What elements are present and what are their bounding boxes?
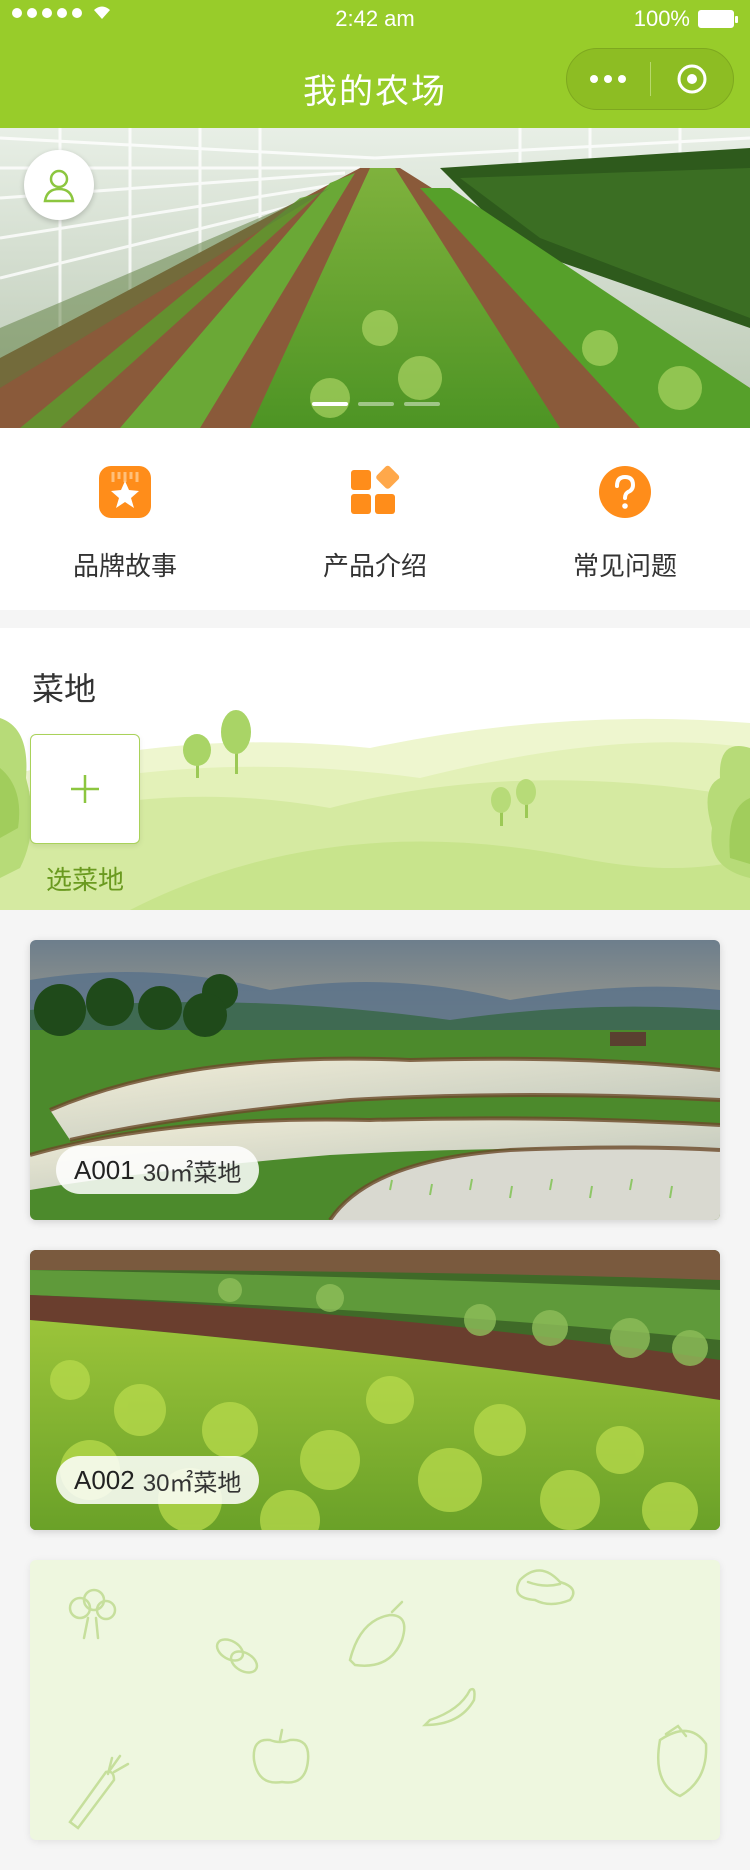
plus-icon (71, 775, 99, 803)
close-mini-program-button[interactable] (651, 48, 734, 110)
plot-section: 菜地 选菜地 (0, 628, 750, 910)
quick-action-product-intro[interactable]: 产品介绍 (250, 428, 500, 610)
carousel-dot[interactable] (404, 402, 440, 406)
user-icon (43, 169, 75, 203)
apple-icon (252, 1728, 310, 1784)
user-avatar-button[interactable] (24, 150, 94, 220)
quick-action-label: 品牌故事 (72, 551, 177, 581)
mini-program-capsule (566, 48, 734, 110)
carousel-dot-active[interactable] (312, 402, 348, 406)
battery-percent: 100% (633, 6, 690, 31)
more-dots-icon (590, 75, 599, 83)
plot-desc: 30㎡菜地 (142, 1159, 242, 1187)
quick-action-label: 产品介绍 (322, 551, 427, 581)
plot-card[interactable]: A002 30㎡菜地 (30, 1250, 720, 1530)
star-badge-icon (97, 464, 153, 520)
carousel-dot[interactable] (358, 402, 394, 406)
plot-tag: A002 30㎡菜地 (56, 1456, 260, 1504)
quick-action-faq[interactable]: 常见问题 (500, 428, 750, 610)
quick-actions: 品牌故事 产品介绍 常见问题 (0, 428, 750, 610)
more-button[interactable] (567, 48, 650, 110)
bean-icon (215, 1638, 259, 1674)
battery-indicator: 100% (633, 6, 738, 32)
greenhouse-image (0, 128, 750, 428)
add-plot-label[interactable]: 选菜地 (30, 860, 140, 897)
plot-tag: A001 30㎡菜地 (56, 1146, 260, 1194)
banner-carousel[interactable] (0, 128, 750, 428)
header: 2:42 am 100% 我的农场 (0, 0, 750, 128)
chili-icon (421, 1687, 476, 1727)
capsule-divider (649, 62, 651, 96)
plot-card[interactable]: A001 30㎡菜地 (30, 940, 720, 1220)
cabbage-icon (515, 1569, 575, 1606)
apps-grid-icon (347, 464, 403, 520)
add-plot-button[interactable] (30, 734, 140, 844)
plot-code: A002 (74, 1464, 135, 1495)
broccoli-icon (68, 1588, 117, 1640)
status-bar: 2:42 am 100% (0, 0, 750, 40)
question-icon (597, 464, 653, 520)
carousel-indicators (312, 402, 440, 406)
vegetable-pattern-illustration (68, 1569, 708, 1830)
carrot-icon (68, 1754, 130, 1830)
empty-plot-placeholder (30, 1560, 720, 1840)
quick-action-label: 常见问题 (572, 551, 677, 581)
strawberry-icon (656, 1724, 708, 1798)
quick-action-brand-story[interactable]: 品牌故事 (0, 428, 250, 610)
battery-icon (698, 10, 738, 28)
section-title: 菜地 (32, 671, 97, 707)
target-icon (677, 64, 707, 94)
plot-desc: 30㎡菜地 (142, 1469, 242, 1497)
plot-code: A001 (74, 1154, 135, 1185)
eggplant-icon (348, 1600, 406, 1667)
